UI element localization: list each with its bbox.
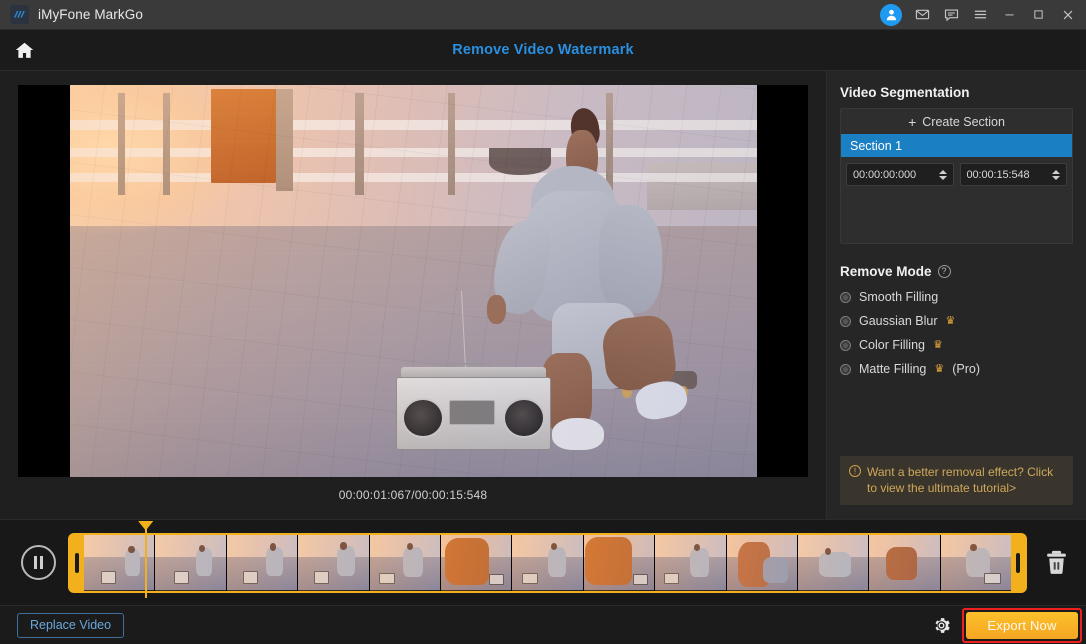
right-panel: Video Segmentation + Create Section Sect… [826,71,1086,519]
clip-right-handle[interactable] [1011,534,1025,591]
remove-mode-label: Color Filling [859,338,925,352]
clip-left-handle[interactable] [70,534,84,591]
filmstrip-frame [655,534,727,591]
filmstrip-frame [583,534,656,591]
crown-icon: ♛ [933,338,943,351]
remove-mode-option-color-filling[interactable]: Color Filling ♛ [840,338,1073,352]
main-body: 00:00:01:067/00:00:15:548 Video Segmenta… [0,71,1086,519]
video-segmentation-heading: Video Segmentation [840,85,970,100]
segmentation-box: + Create Section Section 1 00:00:00:000 … [840,108,1073,244]
app-title: iMyFone MarkGo [38,7,143,22]
tutorial-banner[interactable]: ! Want a better removal effect? Click to… [840,456,1073,505]
playhead[interactable] [144,525,147,598]
filmstrip-frame [369,534,441,591]
video-preview[interactable] [18,85,808,477]
replace-video-button[interactable]: Replace Video [17,612,125,638]
video-frame [70,85,757,477]
playback-time-display: 00:00:01:067/00:00:15:548 [338,488,488,502]
video-clip[interactable] [68,532,1027,593]
remove-mode-label: Gaussian Blur [859,314,938,328]
close-icon[interactable] [1053,1,1082,29]
radio-gaussian-blur[interactable] [840,315,851,327]
export-now-button[interactable]: Export Now [966,611,1078,639]
feedback-icon[interactable] [937,1,966,29]
section-start-time-field[interactable]: 00:00:00:000 [846,163,954,186]
page-title-text: Remove Video Watermark [452,42,634,58]
question-mark-icon[interactable]: ? [937,265,951,278]
pause-icon[interactable] [21,545,56,580]
crown-icon: ♛ [945,314,956,327]
section-end-time-value: 00:00:15:548 [966,168,1030,181]
section-end-time-field[interactable]: 00:00:15:548 [959,163,1067,186]
filmstrip-frame [940,534,1011,591]
info-icon: ! [849,465,861,477]
remove-mode-heading: Remove Mode [840,264,932,279]
remove-mode-label: Smooth Filling [859,290,939,304]
end-time-stepper[interactable] [1050,169,1062,180]
section-start-time-value: 00:00:00:000 [853,168,917,181]
crown-icon: ♛ [934,362,945,375]
radio-smooth-filling[interactable] [840,291,851,303]
filmstrip-frame [226,534,299,591]
create-section-button[interactable]: + Create Section [841,109,1072,134]
page-header: Remove Video Watermark [0,30,1086,71]
plus-icon: + [908,113,917,130]
filmstrip-frame [797,534,870,591]
replace-video-label: Replace Video [30,618,112,632]
page-title: Remove Video Watermark [0,42,1086,58]
export-button-highlight: Export Now [962,607,1082,643]
minimize-icon[interactable] [995,1,1024,29]
filmstrip-frame [155,534,227,591]
create-section-label: Create Section [922,114,1005,129]
filmstrip-frame [512,534,584,591]
hamburger-menu-icon[interactable] [966,1,995,29]
preview-column: 00:00:01:067/00:00:15:548 [0,71,826,519]
timeline-track[interactable] [68,525,1027,598]
remove-mode-option-matte-filling[interactable]: Matte Filling ♛ (Pro) [840,362,1073,376]
title-bar: iMyFone MarkGo [0,0,1086,30]
titlebar-controls [880,1,1082,29]
radio-color-filling[interactable] [840,339,851,351]
video-scene-image [70,85,757,477]
section-name: Section 1 [850,138,903,153]
remove-mode-options: Smooth Filling Gaussian Blur ♛ Color Fil… [840,290,1073,376]
timeline-bar [0,519,1086,605]
remove-mode-header: Remove Mode ? [840,264,1073,279]
gear-icon[interactable] [924,608,958,642]
filmstrip[interactable] [84,534,1011,591]
section-time-row: 00:00:00:000 00:00:15:548 [841,157,1072,186]
mail-icon[interactable] [908,1,937,29]
user-account-icon[interactable] [880,3,902,26]
bottom-bar: Replace Video Export Now [0,605,1086,644]
radio-matte-filling[interactable] [840,363,851,375]
app-window: iMyFone MarkGo Remove Video Watermark 00… [0,0,1086,644]
trash-icon[interactable] [1036,532,1076,594]
remove-mode-option-gaussian-blur[interactable]: Gaussian Blur ♛ [840,314,1073,328]
filmstrip-frame [869,534,941,591]
maximize-icon[interactable] [1024,1,1053,29]
remove-mode-option-smooth-filling[interactable]: Smooth Filling [840,290,1073,304]
home-icon[interactable] [0,30,48,71]
filmstrip-frame [298,534,370,591]
start-time-stepper[interactable] [937,169,949,180]
filmstrip-frame [440,534,513,591]
markgo-logo-icon [10,5,29,24]
pro-badge: (Pro) [952,362,981,376]
export-now-label: Export Now [987,617,1057,633]
remove-mode-label: Matte Filling [859,362,927,376]
section-list-item[interactable]: Section 1 [841,134,1072,157]
tutorial-text: Want a better removal effect? Click to v… [867,465,1054,495]
filmstrip-frame [726,534,798,591]
